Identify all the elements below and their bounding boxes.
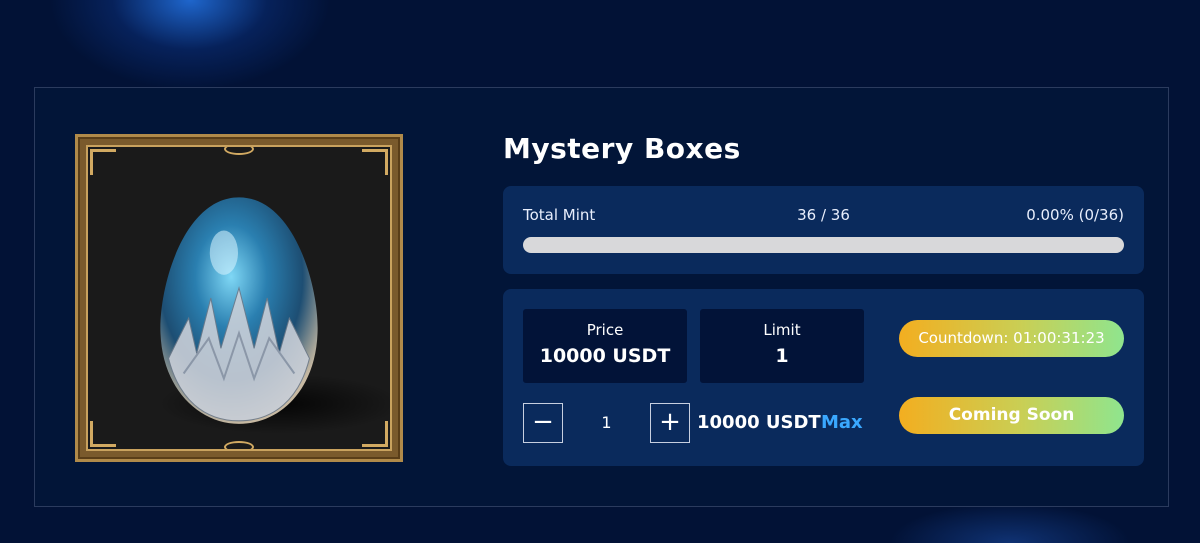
price-box: Price 10000 USDT [523,309,687,383]
increase-quantity-button[interactable]: + [650,403,690,443]
frame-corner-ornament [362,421,388,447]
total-mint-card: Total Mint 36 / 36 0.00% (0/36) [503,186,1144,274]
page-title: Mystery Boxes [503,132,741,165]
quantity-value[interactable]: 1 [563,403,650,443]
mint-percentage: 0.00% (0/36) [1026,206,1124,224]
frame-corner-ornament [362,149,388,175]
dragon-egg-image [158,197,390,434]
frame-corner-ornament [90,149,116,175]
total-price: 10000 USDT [697,412,821,433]
mint-count: 36 / 36 [797,206,850,224]
artwork-canvas [86,145,392,451]
mystery-box-panel: Mystery Boxes Total Mint 36 / 36 0.00% (… [34,87,1169,507]
coming-soon-button[interactable]: Coming Soon [899,397,1124,434]
total-mint-label: Total Mint [523,206,596,224]
mint-stats-row: Total Mint 36 / 36 0.00% (0/36) [523,206,1124,226]
limit-label: Limit [763,321,801,339]
frame-bottom-ornament [224,441,254,449]
mystery-box-artwork [75,134,403,462]
price-value: 10000 USDT [539,345,671,367]
minus-icon: − [532,407,554,437]
plus-icon: + [659,407,681,437]
max-button[interactable]: Max [821,403,863,443]
frame-corner-ornament [90,421,116,447]
countdown-badge: Countdown: 01:00:31:23 [899,320,1124,357]
limit-value: 1 [775,345,789,367]
purchase-card: Price 10000 USDT Limit 1 − 1 + 10000 USD… [503,289,1144,466]
price-label: Price [586,321,624,339]
limit-box: Limit 1 [700,309,864,383]
decrease-quantity-button[interactable]: − [523,403,563,443]
mint-progress-bar [523,237,1124,253]
